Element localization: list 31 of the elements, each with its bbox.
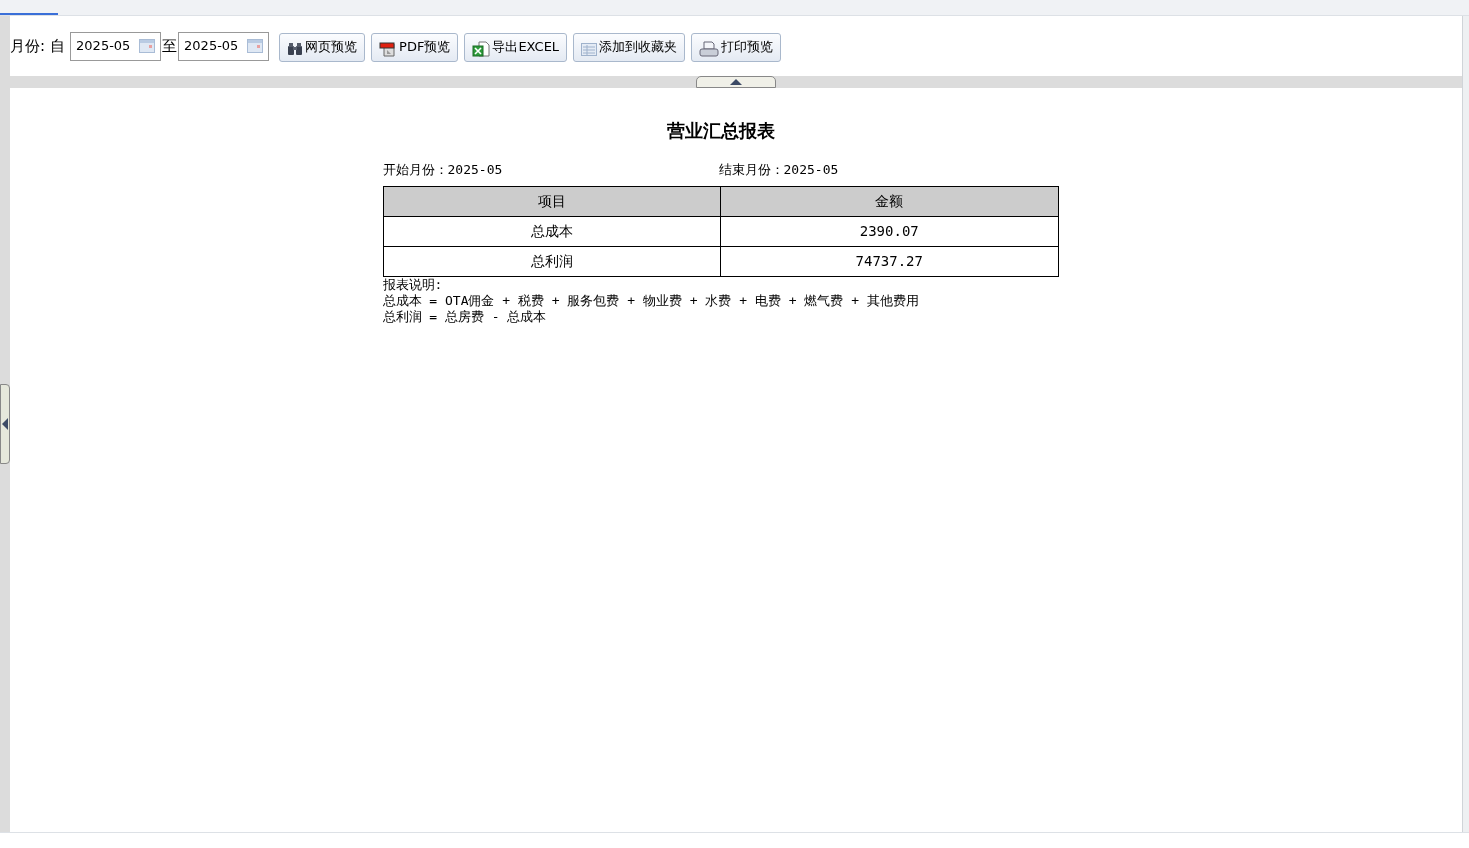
from-label: 自 (50, 35, 66, 57)
left-triangle-icon (2, 418, 8, 430)
spreadsheet-icon (472, 40, 491, 57)
table-cell: 总利润 (383, 246, 721, 276)
toolbar-button[interactable]: 网页预览 (279, 32, 366, 62)
start-month-text: 开始月份：2025-05 (382, 161, 504, 179)
month-label: 月份: (10, 35, 46, 57)
end-month-text: 结束月份：2025-05 (718, 161, 839, 179)
column-header: 项目 (383, 186, 721, 216)
toolbar-button[interactable]: 添加到收藏夹 (573, 32, 686, 62)
toolbar-button[interactable]: 导出EXCEL (464, 32, 568, 62)
toolbar-button[interactable]: 打印预览 (691, 32, 782, 62)
pdf-document-icon (379, 40, 398, 57)
report-note: 报表说明: (382, 276, 444, 293)
report-title: 营业汇总报表 (665, 119, 776, 143)
binoculars-icon (287, 42, 304, 56)
report-note: 总利润 = 总房费 - 总成本 (382, 308, 548, 325)
collapse-handle[interactable] (0, 384, 10, 464)
to-month-field[interactable]: 2025-05 (178, 31, 270, 61)
to-label: 至 (162, 35, 178, 57)
table-cell: 2390.07 (720, 216, 1058, 246)
column-header: 金额 (720, 186, 1058, 216)
table-cell: 总成本 (383, 216, 721, 246)
splitter-handle[interactable] (696, 76, 776, 88)
from-month-field[interactable]: 2025-05 (70, 31, 162, 61)
table-cell: 74737.27 (720, 246, 1058, 276)
list-icon (581, 42, 598, 56)
up-triangle-icon (730, 79, 742, 85)
toolbar-button[interactable]: PDF预览 (371, 32, 459, 62)
report-note: 总成本 = OTA佣金 + 税费 + 服务包费 + 物业费 + 水费 + 电费 + 燃气费 + 其他费用 (382, 292, 920, 309)
printer-icon (699, 40, 720, 57)
